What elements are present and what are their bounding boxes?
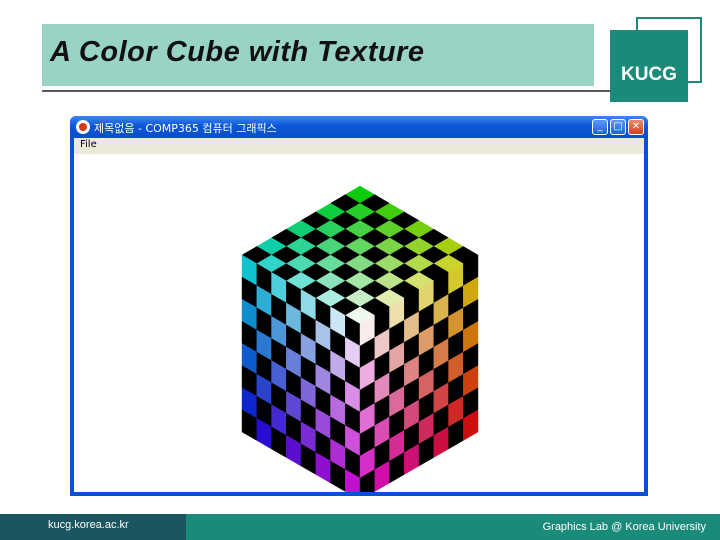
title-divider — [42, 90, 612, 92]
canvas-area[interactable] — [74, 154, 644, 492]
minimize-button[interactable]: _ — [592, 119, 608, 135]
window-title: 제목없음 - COMP365 컴퓨터 그래픽스 — [94, 122, 277, 135]
slide-title: A Color Cube with Texture — [50, 36, 425, 68]
menu-file[interactable]: File — [80, 139, 97, 150]
window-titlebar[interactable]: 제목없음 - COMP365 컴퓨터 그래픽스 _ □ ✕ — [70, 116, 648, 138]
app-window: 제목없음 - COMP365 컴퓨터 그래픽스 _ □ ✕ File — [70, 116, 648, 496]
close-button[interactable]: ✕ — [628, 119, 644, 135]
logo-text: KUCG — [621, 64, 677, 85]
footer-lab: Graphics Lab @ Korea University — [542, 521, 706, 533]
color-cube-render — [241, 185, 479, 492]
maximize-button[interactable]: □ — [610, 119, 626, 135]
footer-url[interactable]: kucg.korea.ac.kr — [48, 519, 129, 531]
app-icon[interactable] — [76, 120, 90, 134]
menu-bar: File — [74, 138, 644, 154]
